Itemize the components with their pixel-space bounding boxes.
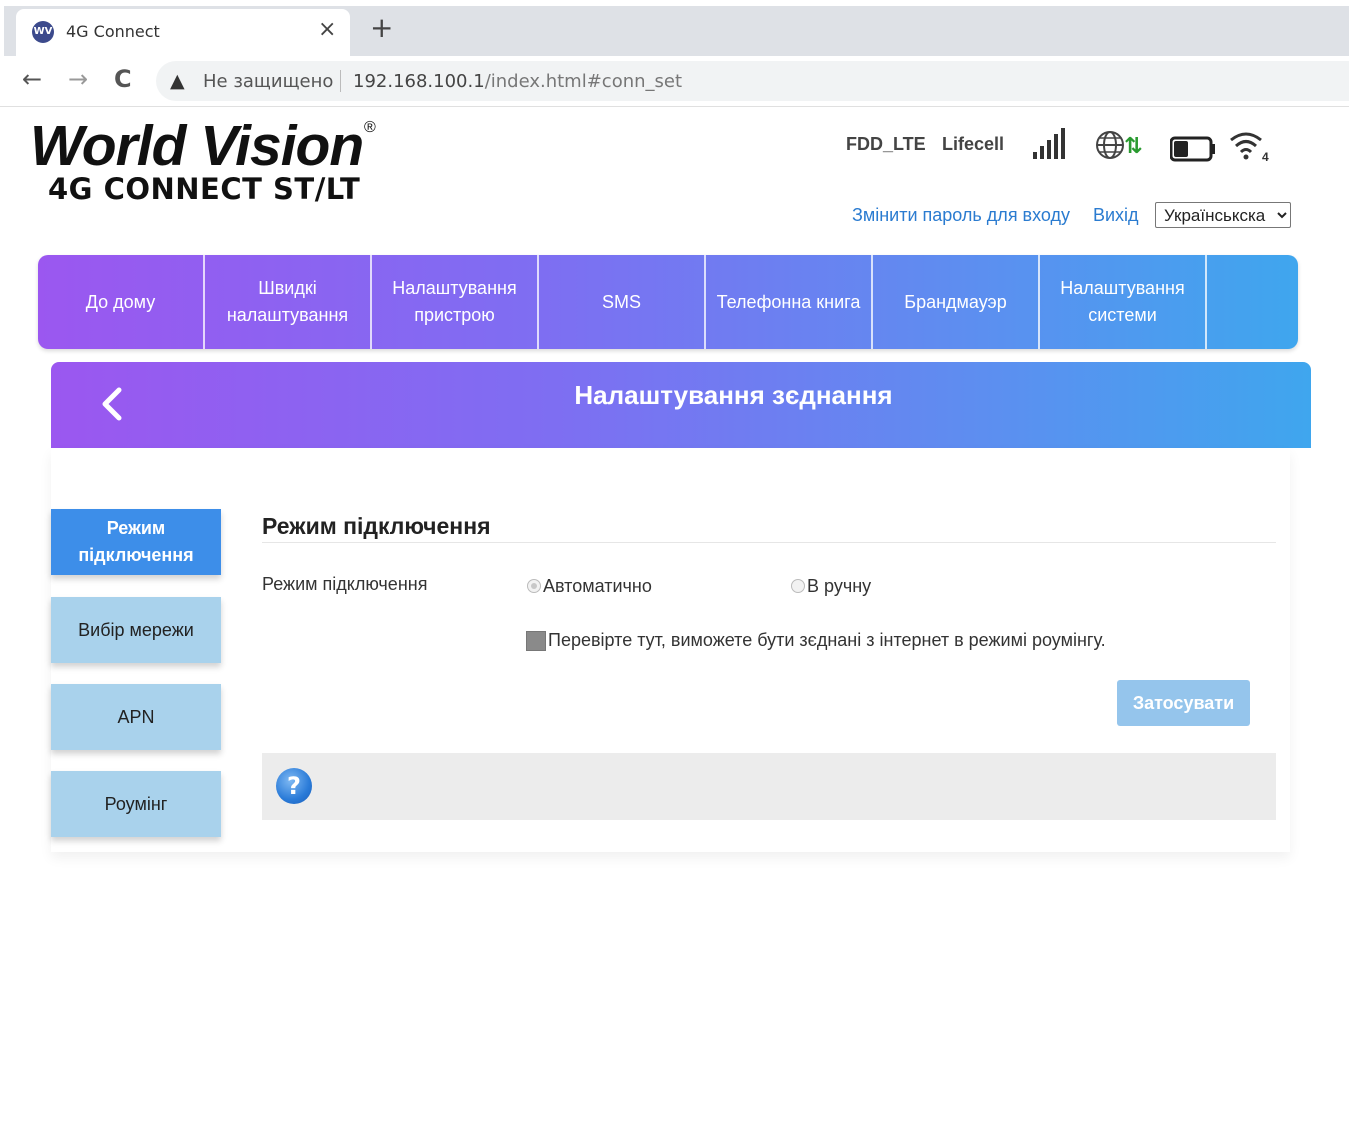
globe-icon [1096, 131, 1124, 159]
network-type: FDD_LTE [846, 134, 926, 154]
radio-manual[interactable] [791, 579, 805, 593]
divider [340, 70, 341, 92]
new-tab-button[interactable]: + [370, 14, 393, 42]
logout-link[interactable]: Вихід [1093, 205, 1139, 226]
logo-subtitle: 4G CONNECT ST/LT [48, 172, 361, 206]
roaming-checkbox-label[interactable]: Перевірте тут, виможете бути зєднані з і… [548, 630, 1106, 651]
help-bar: ? [262, 753, 1276, 820]
section-title: Режим підключення [262, 513, 491, 539]
sidebar-item-connection-mode[interactable]: Режим підключення [51, 509, 221, 575]
favicon-icon: WV [32, 21, 54, 43]
page-title-bar: Налаштування зєднання [51, 362, 1311, 448]
section-divider [262, 542, 1276, 543]
operator-name: Lifecell [942, 134, 1005, 154]
nav-item-sms[interactable]: SMS [539, 255, 706, 349]
url-host: 192.168.100.1 [353, 71, 485, 92]
warning-triangle-icon[interactable]: ▲ [170, 70, 185, 92]
browser-tab[interactable]: WV 4G Connect × [16, 9, 350, 57]
main-nav: До дому Швидкі налаштування Налаштування… [38, 255, 1298, 349]
address-bar[interactable]: ▲ Не защищено 192.168.100.1/index.html#c… [156, 61, 1349, 101]
wifi-clients-count: 4 [1262, 150, 1269, 162]
signal-strength-icon [1033, 128, 1065, 159]
sidebar-item-network-selection[interactable]: Вибір мережи [51, 597, 221, 663]
forward-icon[interactable]: → [68, 65, 88, 93]
sidebar-item-apn[interactable]: APN [51, 684, 221, 750]
logo-title: World Vision [30, 114, 364, 178]
page-title: Налаштування зєднання [574, 380, 893, 410]
apply-button[interactable]: Затосувати [1117, 680, 1250, 726]
battery-icon [1170, 136, 1215, 162]
url-path: /index.html#conn_set [484, 71, 683, 92]
connection-mode-label: Режим підключення [262, 574, 428, 594]
nav-item-device-settings[interactable]: Налаштування пристрою [372, 255, 539, 349]
browser-toolbar: ← → C ▲ Не защищено 192.168.100.1/index.… [0, 56, 1349, 107]
help-icon[interactable]: ? [276, 768, 312, 804]
radio-manual-label[interactable]: В ручну [807, 576, 871, 597]
nav-item-firewall[interactable]: Брандмауэр [873, 255, 1040, 349]
wifi-icon: 4 [1230, 132, 1269, 162]
language-select[interactable]: Українськска [1155, 202, 1291, 228]
reload-icon[interactable]: C [114, 65, 132, 93]
nav-item-system-settings[interactable]: Налаштування системи [1040, 255, 1207, 349]
url-text[interactable]: 192.168.100.1/index.html#conn_set [353, 71, 682, 92]
data-transfer-icon: ⇅ [1124, 134, 1143, 159]
nav-item-home[interactable]: До дому [38, 255, 205, 349]
radio-auto-label[interactable]: Автоматично [543, 576, 652, 597]
tab-title: 4G Connect [66, 22, 160, 41]
change-password-link[interactable]: Змінити пароль для входу [852, 205, 1070, 226]
browser-tabbar: WV 4G Connect × + [0, 0, 1349, 57]
radio-auto[interactable] [527, 579, 541, 593]
close-icon[interactable]: × [318, 17, 336, 42]
back-icon[interactable]: ← [22, 65, 42, 93]
roaming-checkbox[interactable] [526, 631, 546, 651]
logo-registered-mark: ® [364, 119, 376, 136]
nav-item-quick-setup[interactable]: Швидкі налаштування [205, 255, 372, 349]
not-secure-label[interactable]: Не защищено [203, 71, 333, 92]
sidebar-item-roaming[interactable]: Роумінг [51, 771, 221, 837]
nav-item-phonebook[interactable]: Телефонна книга [706, 255, 873, 349]
